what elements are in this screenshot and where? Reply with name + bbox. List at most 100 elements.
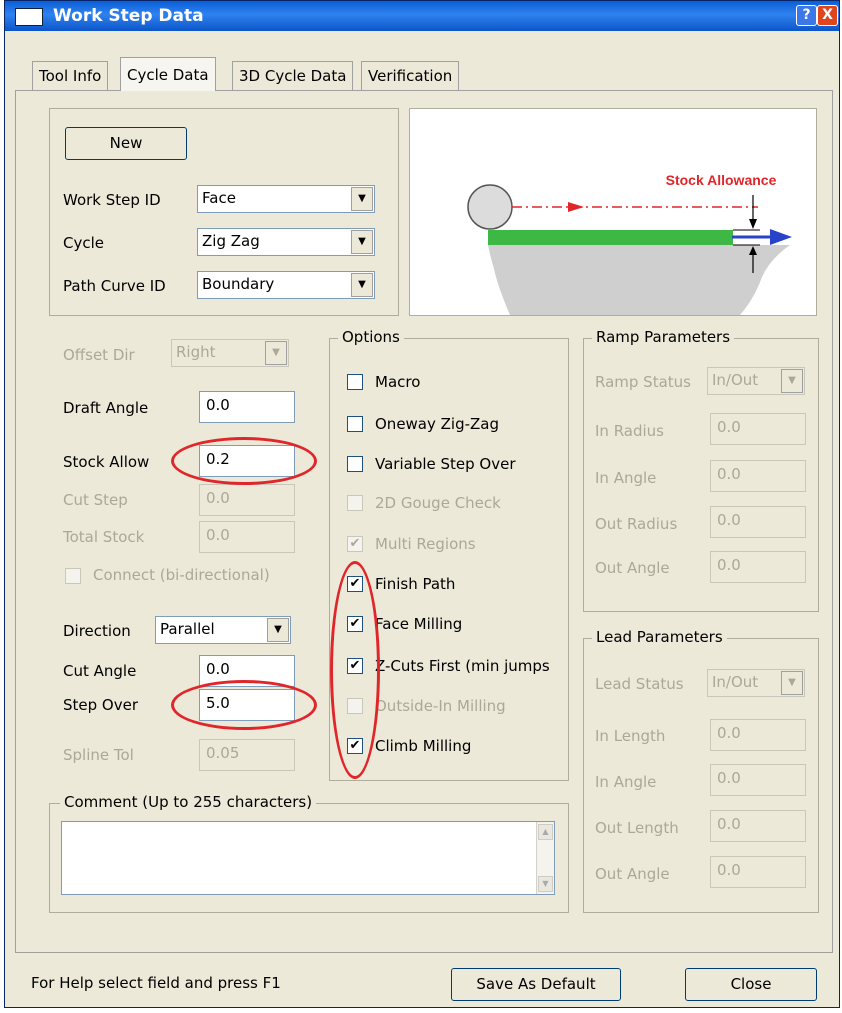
macro-checkbox[interactable]	[347, 374, 363, 390]
2d-gouge-check-checkbox[interactable]	[347, 495, 363, 511]
comment-textarea[interactable]: ▲ ▼	[61, 821, 555, 895]
tab-tool-info[interactable]: Tool Info	[32, 61, 109, 90]
lead-status-select[interactable]: In/Out ▼	[707, 669, 805, 697]
connect-label: Connect (bi-directional)	[93, 566, 270, 584]
path-curve-id-value: Boundary	[202, 275, 275, 293]
out-length-input[interactable]: 0.0	[710, 810, 806, 842]
chevron-down-icon[interactable]: ▼	[781, 671, 803, 695]
offset-arrow-head	[770, 229, 792, 245]
tab-3d-cycle-data[interactable]: 3D Cycle Data	[232, 61, 354, 90]
path-curve-id-select[interactable]: Boundary ▼	[197, 271, 375, 299]
title-bar: Work Step Data ? X	[5, 1, 839, 31]
variable-step-over-label: Variable Step Over	[375, 455, 516, 473]
out-radius-label: Out Radius	[595, 515, 678, 533]
ramp-in-angle-input[interactable]: 0.0	[710, 460, 806, 492]
oneway-zigzag-checkbox[interactable]	[347, 416, 363, 432]
ramp-out-angle-input[interactable]: 0.0	[710, 551, 806, 583]
spline-tol-input[interactable]: 0.05	[199, 739, 295, 771]
ramp-in-angle-label: In Angle	[595, 469, 657, 487]
cycle-select[interactable]: Zig Zag ▼	[197, 228, 375, 256]
chevron-down-icon[interactable]: ▼	[351, 273, 373, 297]
z-cuts-first-label: Z-Cuts First (min jumps	[375, 657, 550, 675]
stock-allow-label: Stock Allow	[63, 453, 150, 471]
connect-checkbox[interactable]	[65, 568, 81, 584]
dim-arrow-top	[749, 219, 757, 229]
window-title: Work Step Data	[53, 6, 204, 26]
tool-circle	[467, 184, 513, 230]
stock-layer	[488, 230, 733, 245]
chevron-down-icon[interactable]: ▼	[351, 187, 373, 211]
out-length-label: Out Length	[595, 819, 679, 837]
tab-cycle-data[interactable]: Cycle Data	[120, 57, 216, 91]
work-step-data-dialog: Work Step Data ? X Tool Info Cycle Data …	[4, 0, 840, 1008]
lead-in-angle-input[interactable]: 0.0	[710, 764, 806, 796]
oneway-zigzag-label: Oneway Zig-Zag	[375, 415, 500, 433]
new-button[interactable]: New	[65, 127, 187, 160]
chevron-down-icon[interactable]: ▼	[267, 618, 289, 642]
direction-select[interactable]: Parallel ▼	[155, 616, 291, 644]
lead-out-angle-label: Out Angle	[595, 865, 670, 883]
spline-tol-label: Spline Tol	[63, 746, 134, 764]
annotation-oval-step-over	[171, 680, 317, 730]
comment-title: Comment (Up to 255 characters)	[60, 793, 317, 811]
variable-step-over-checkbox[interactable]	[347, 456, 363, 472]
path-curve-id-label: Path Curve ID	[63, 277, 166, 295]
stock-allowance-illustration: Stock Allowance	[409, 108, 817, 316]
save-as-default-button[interactable]: Save As Default	[451, 968, 621, 1001]
cut-step-label: Cut Step	[63, 491, 128, 509]
scroll-down-icon[interactable]: ▼	[538, 876, 553, 892]
climb-milling-label: Climb Milling	[375, 737, 472, 755]
in-length-input[interactable]: 0.0	[710, 719, 806, 751]
face-milling-label: Face Milling	[375, 615, 463, 633]
outside-in-milling-label: Outside-In Milling	[375, 697, 506, 715]
help-hint-text: For Help select field and press F1	[31, 974, 281, 992]
tab-verification[interactable]: Verification	[361, 61, 460, 90]
offset-dir-value: Right	[176, 343, 216, 361]
cycle-label: Cycle	[63, 234, 104, 252]
in-length-label: In Length	[595, 727, 666, 745]
scroll-up-icon[interactable]: ▲	[538, 824, 553, 840]
lead-out-angle-input[interactable]: 0.0	[710, 856, 806, 888]
out-radius-input[interactable]: 0.0	[710, 506, 806, 538]
work-step-id-select[interactable]: Face ▼	[197, 185, 375, 213]
cut-angle-label: Cut Angle	[63, 662, 137, 680]
draft-angle-input[interactable]: 0.0	[199, 391, 295, 423]
close-button[interactable]: Close	[685, 968, 817, 1001]
comment-scrollbar[interactable]: ▲ ▼	[536, 822, 554, 894]
chevron-down-icon[interactable]: ▼	[781, 369, 803, 393]
ramp-out-angle-label: Out Angle	[595, 559, 670, 577]
footer: For Help select field and press F1 Save …	[5, 961, 839, 1007]
lead-in-angle-label: In Angle	[595, 773, 657, 791]
offset-dir-select[interactable]: Right ▼	[171, 339, 289, 367]
work-step-id-label: Work Step ID	[63, 191, 161, 209]
new-button-label: New	[109, 134, 143, 152]
ramp-status-select[interactable]: In/Out ▼	[707, 367, 805, 395]
work-step-id-value: Face	[202, 189, 236, 207]
annotation-oval-stock-allow	[171, 437, 317, 485]
save-as-default-label: Save As Default	[476, 975, 596, 993]
annotation-oval-options	[330, 561, 380, 779]
window-close-button[interactable]: X	[817, 5, 838, 26]
chevron-down-icon[interactable]: ▼	[351, 230, 373, 254]
in-radius-input[interactable]: 0.0	[710, 413, 806, 445]
2d-gouge-check-label: 2D Gouge Check	[375, 494, 501, 512]
chevron-down-icon[interactable]: ▼	[265, 341, 287, 365]
illustration-svg: Stock Allowance	[467, 172, 792, 315]
close-button-label: Close	[730, 975, 772, 993]
in-radius-label: In Radius	[595, 422, 664, 440]
cut-step-input[interactable]: 0.0	[199, 484, 295, 516]
lead-status-value: In/Out	[712, 673, 759, 691]
macro-label: Macro	[375, 373, 421, 391]
lead-parameters-title: Lead Parameters	[592, 628, 727, 646]
multi-regions-checkbox[interactable]: ✔	[347, 536, 363, 552]
offset-dir-label: Offset Dir	[63, 346, 135, 364]
cycle-value: Zig Zag	[202, 232, 260, 250]
window-icon	[15, 8, 43, 26]
options-title: Options	[338, 328, 404, 346]
lead-status-label: Lead Status	[595, 675, 684, 693]
ramp-parameters-title: Ramp Parameters	[592, 328, 735, 346]
total-stock-input[interactable]: 0.0	[199, 521, 295, 553]
workpiece-shape	[488, 245, 790, 315]
help-button[interactable]: ?	[796, 5, 817, 26]
ramp-status-label: Ramp Status	[595, 373, 691, 391]
